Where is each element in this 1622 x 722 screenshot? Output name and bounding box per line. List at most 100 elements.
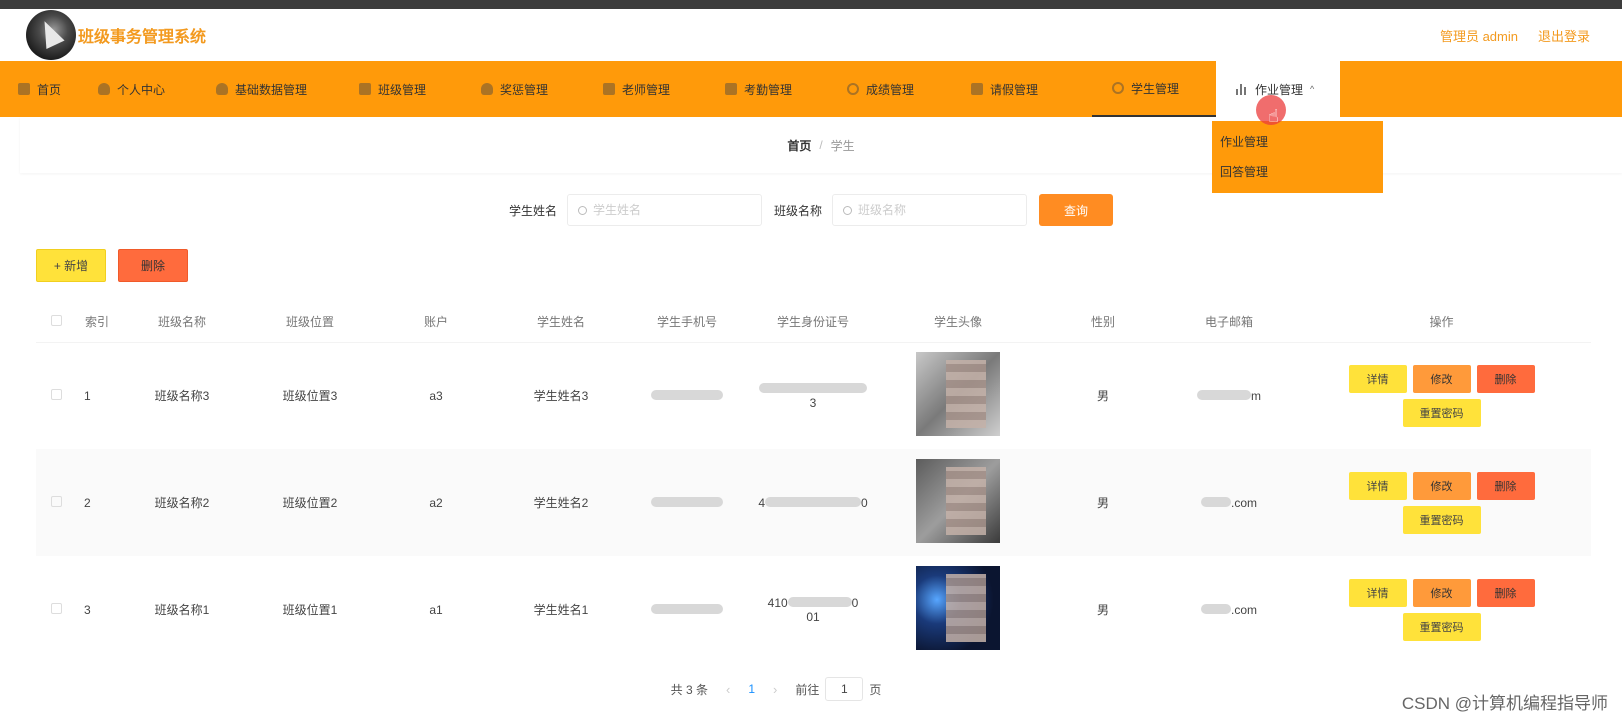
column-header: 班级位置 <box>246 302 374 343</box>
dropdown-item-answer[interactable]: 回答管理 <box>1212 157 1383 187</box>
row-select-cell <box>36 556 76 663</box>
hand-cursor-icon: ☝ <box>1268 106 1279 126</box>
row-actions: 详情 修改 删除 重置密码 <box>1292 578 1591 641</box>
batch-delete-button[interactable]: 删除 <box>118 249 188 282</box>
goto-label: 前往 <box>795 682 820 697</box>
reset-password-button[interactable]: 重置密码 <box>1402 612 1481 641</box>
class-name-label: 班级名称 <box>774 203 823 218</box>
total-count: 共 3 条 <box>670 682 708 697</box>
row-checkbox[interactable] <box>50 388 62 400</box>
student-name-cell: 学生姓名3 <box>533 389 589 404</box>
mosaic-overlay <box>946 467 986 535</box>
class-name-field[interactable] <box>832 194 1028 226</box>
mosaic-overlay <box>946 574 986 642</box>
page-number[interactable]: 1 <box>748 682 755 696</box>
goto-unit: 页 <box>869 682 882 697</box>
redacted-phone <box>651 496 723 507</box>
class-name-cell: 班级名称1 <box>154 603 210 617</box>
table-row: 3 班级名称1 班级位置1 a1 学生姓名1 410 0 01 男 .com 详情 … <box>36 556 1591 663</box>
delete-button[interactable]: 删除 <box>1476 471 1535 500</box>
toolbar: + 新增 删除 <box>0 249 1622 282</box>
class-position-cell: 班级位置1 <box>282 603 338 617</box>
column-header: 性别 <box>1040 302 1166 343</box>
index-cell: 1 <box>84 388 91 403</box>
delete-button[interactable]: 删除 <box>1476 578 1535 607</box>
nav-item-reward[interactable]: 奖惩管理 <box>481 61 603 117</box>
detail-button[interactable]: 详情 <box>1348 471 1407 500</box>
grid-icon <box>603 83 615 95</box>
student-name-field[interactable] <box>567 194 762 226</box>
phone-cell <box>624 342 750 449</box>
detail-button[interactable]: 详情 <box>1348 364 1407 393</box>
student-name-cell: 学生姓名1 <box>533 603 589 617</box>
edit-button[interactable]: 修改 <box>1412 578 1471 607</box>
index-cell: 2 <box>76 449 118 556</box>
search-icon <box>578 205 587 215</box>
nav-item-teacher[interactable]: 老师管理 <box>603 61 725 117</box>
account-cell: a3 <box>429 388 443 403</box>
dropdown-item-homework[interactable]: 作业管理 <box>1212 127 1383 157</box>
select-all-header <box>36 302 76 343</box>
account-cell: a1 <box>429 602 443 617</box>
redacted-email <box>1200 603 1231 614</box>
email-suffix: .com <box>1230 602 1257 617</box>
delete-button[interactable]: 删除 <box>1476 364 1535 393</box>
detail-button[interactable]: 详情 <box>1348 578 1407 607</box>
nav-item-leave[interactable]: 请假管理 <box>971 61 1092 117</box>
breadcrumb-current: 学生 <box>830 138 855 153</box>
id-card-suffix: 0 <box>861 495 868 510</box>
grid-icon <box>359 83 371 95</box>
row-actions: 详情 修改 删除 重置密码 <box>1292 364 1591 427</box>
edit-button[interactable]: 修改 <box>1412 471 1471 500</box>
column-header: 学生手机号 <box>624 302 750 343</box>
select-all-checkbox[interactable] <box>50 314 62 326</box>
redacted-email <box>1200 496 1231 507</box>
gender-cell: 男 <box>1040 449 1166 556</box>
row-actions-top: 详情 修改 删除 <box>1348 364 1535 393</box>
id-card-line2: 01 <box>806 609 820 624</box>
ring-icon <box>1112 82 1124 94</box>
nav-item-profile[interactable]: 个人中心 <box>98 61 216 117</box>
nav-item-student[interactable]: 学生管理 <box>1092 61 1216 117</box>
student-avatar <box>916 459 1000 543</box>
clock-icon <box>847 83 859 95</box>
class-name-input[interactable] <box>858 203 1009 217</box>
browser-top-strip <box>0 0 1622 9</box>
nav-item-class[interactable]: 班级管理 <box>359 61 481 117</box>
nav-item-base-data[interactable]: 基础数据管理 <box>216 61 359 117</box>
home-icon <box>18 83 30 95</box>
breadcrumb-home[interactable]: 首页 <box>787 137 811 154</box>
avatar-cell <box>876 449 1040 556</box>
row-actions: 详情 修改 删除 重置密码 <box>1292 471 1591 534</box>
nav-item-attendance[interactable]: 考勤管理 <box>725 61 847 117</box>
grid-icon <box>725 83 737 95</box>
nav-item-score[interactable]: 成绩管理 <box>847 61 971 117</box>
reset-password-button[interactable]: 重置密码 <box>1402 505 1481 534</box>
query-button[interactable]: 查询 <box>1039 194 1114 226</box>
next-page-icon[interactable]: › <box>773 682 777 697</box>
prev-page-icon[interactable]: ‹ <box>726 682 730 697</box>
student-avatar <box>916 566 1000 650</box>
goto-page-input[interactable] <box>825 677 864 701</box>
row-checkbox[interactable] <box>50 602 62 614</box>
reset-password-button[interactable]: 重置密码 <box>1402 398 1481 427</box>
add-button[interactable]: + 新增 <box>36 249 106 282</box>
table-row: 1 班级名称3 班级位置3 a3 学生姓名3 3 男 m 详情 修改 删除 重置… <box>36 342 1591 449</box>
column-header: 账户 <box>374 302 498 343</box>
student-table: 索引 班级名称 班级位置 账户 学生姓名 学生手机号 学生身份证号 学生头像 性… <box>36 302 1591 663</box>
student-name-input[interactable] <box>593 203 743 217</box>
edit-button[interactable]: 修改 <box>1412 364 1471 393</box>
admin-label[interactable]: 管理员 admin <box>1440 26 1518 45</box>
column-header: 索引 <box>76 302 118 343</box>
nav-item-home[interactable]: 首页 <box>18 61 98 117</box>
logout-link[interactable]: 退出登录 <box>1538 26 1590 45</box>
class-name-cell: 班级名称2 <box>118 449 246 556</box>
row-checkbox[interactable] <box>50 495 62 507</box>
id-card-cell: 410 0 01 <box>750 556 876 663</box>
row-actions-top: 详情 修改 删除 <box>1348 578 1535 607</box>
header-actions: 管理员 admin 退出登录 <box>1440 26 1590 45</box>
search-icon <box>843 205 853 215</box>
row-select-cell <box>36 449 76 556</box>
mosaic-overlay <box>946 360 986 429</box>
watermark: CSDN @计算机编程指导师 <box>1401 694 1608 713</box>
